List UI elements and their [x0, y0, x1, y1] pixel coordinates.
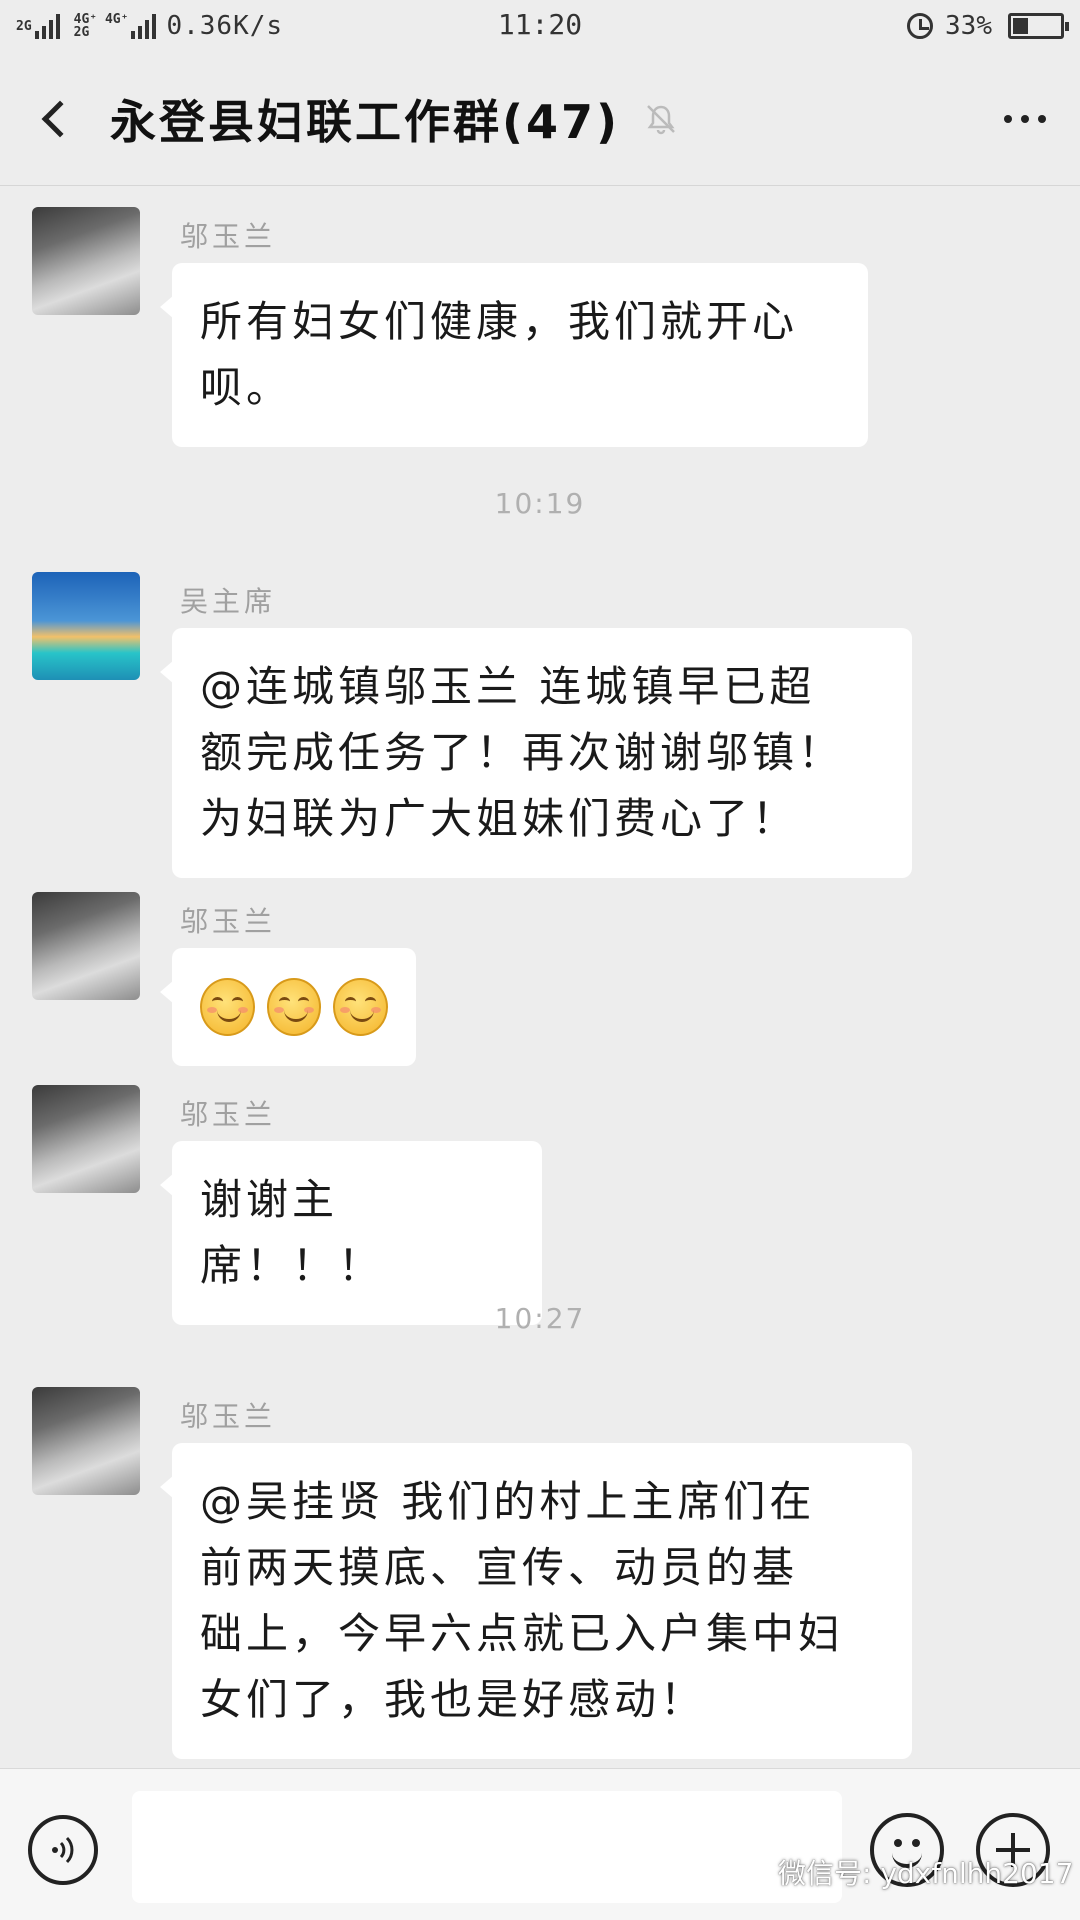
status-bar: 2G 4G⁺ 4G⁺ 2G 0.36K/s 11:20 33%: [0, 0, 1080, 52]
sim2-network-type-secondary: 2G: [73, 25, 90, 40]
avatar[interactable]: [32, 572, 140, 680]
back-arrow-icon: [41, 100, 79, 137]
watermark: 微信号: ydxfnlhh2017: [722, 1852, 1073, 1892]
watermark-text: 微信号: ydxfnlhh2017: [778, 1857, 1074, 1890]
message-line: 女们了，我也是好感动！: [200, 1675, 707, 1724]
message-bubble[interactable]: @吴挂贤 我们的村上主席们在 前两天摸底、宣传、动员的基 础上，今早六点就已入户…: [160, 1443, 912, 1759]
more-dots-icon: [1004, 114, 1012, 123]
message-line: 前两天摸底、宣传、动员的基: [200, 1543, 799, 1592]
sender-name: 邬玉兰: [180, 220, 277, 253]
message-bubble[interactable]: 谢谢主席！！！: [160, 1141, 542, 1325]
sender-name: 邬玉兰: [180, 1400, 277, 1433]
sim1-signal: 2G: [16, 13, 60, 39]
alarm-clock-icon: [907, 13, 934, 39]
battery-percent: 33%: [945, 11, 992, 41]
wechat-logo-icon: [722, 1855, 767, 1888]
voice-input-icon: [52, 1836, 74, 1864]
message-bubble[interactable]: [160, 948, 416, 1066]
network-speed: 0.36K/s: [166, 11, 284, 41]
message-line: 础上，今早六点就已入户集中妇: [200, 1609, 845, 1658]
voice-input-button[interactable]: [28, 1815, 98, 1885]
smile-emoji-icon: [200, 978, 255, 1036]
avatar[interactable]: [32, 1387, 140, 1495]
time-divider: 10:27: [494, 1302, 586, 1335]
message-line: 为妇联为广大姐妹们费心了！: [200, 794, 799, 843]
avatar[interactable]: [32, 1085, 140, 1193]
sim1-network-type: 2G: [16, 18, 32, 34]
signal-bars-icon: [131, 13, 157, 39]
message-line: 所有妇女们健康，我们就开心: [200, 297, 799, 346]
message-line: 谢谢主席！！！: [200, 1175, 385, 1290]
message-line: 额完成任务了！再次谢谢邬镇！: [200, 728, 845, 777]
more-options-button[interactable]: [970, 52, 1080, 186]
input-bar: [0, 1768, 1080, 1920]
message-line: @吴挂贤 我们的村上主席们在: [200, 1477, 816, 1526]
sender-name: 吴主席: [180, 585, 277, 618]
back-button[interactable]: [0, 52, 110, 186]
battery-icon: [1008, 13, 1069, 39]
smile-emoji-icon: [333, 978, 389, 1036]
message-line: @连城镇邬玉兰 连城镇早已超: [200, 662, 816, 711]
message-list[interactable]: 邬玉兰 所有妇女们健康，我们就开心 呗。 10:19 吴主席 @连城镇邬玉兰 连…: [0, 187, 1080, 1767]
message-line: 呗。: [200, 363, 293, 412]
emoji-row: [200, 974, 389, 1040]
sender-name: 邬玉兰: [180, 905, 277, 938]
smile-emoji-icon: [266, 978, 322, 1036]
avatar[interactable]: [32, 892, 140, 1000]
signal-bars-icon: [34, 13, 60, 39]
battery-fill: [1013, 18, 1028, 34]
message-bubble[interactable]: 所有妇女们健康，我们就开心 呗。: [160, 263, 868, 447]
sender-name: 邬玉兰: [180, 1098, 277, 1131]
muted-bell-icon: [644, 102, 678, 136]
chat-header: 永登县妇联工作群(47): [0, 52, 1080, 186]
message-bubble[interactable]: @连城镇邬玉兰 连城镇早已超 额完成任务了！再次谢谢邬镇！ 为妇联为广大姐妹们费…: [160, 628, 912, 878]
chat-title: 永登县妇联工作群(47): [110, 94, 621, 149]
avatar[interactable]: [32, 207, 140, 315]
sim2-signal: 4G⁺ 4G⁺ 2G: [74, 13, 157, 39]
time-divider: 10:19: [494, 487, 586, 520]
